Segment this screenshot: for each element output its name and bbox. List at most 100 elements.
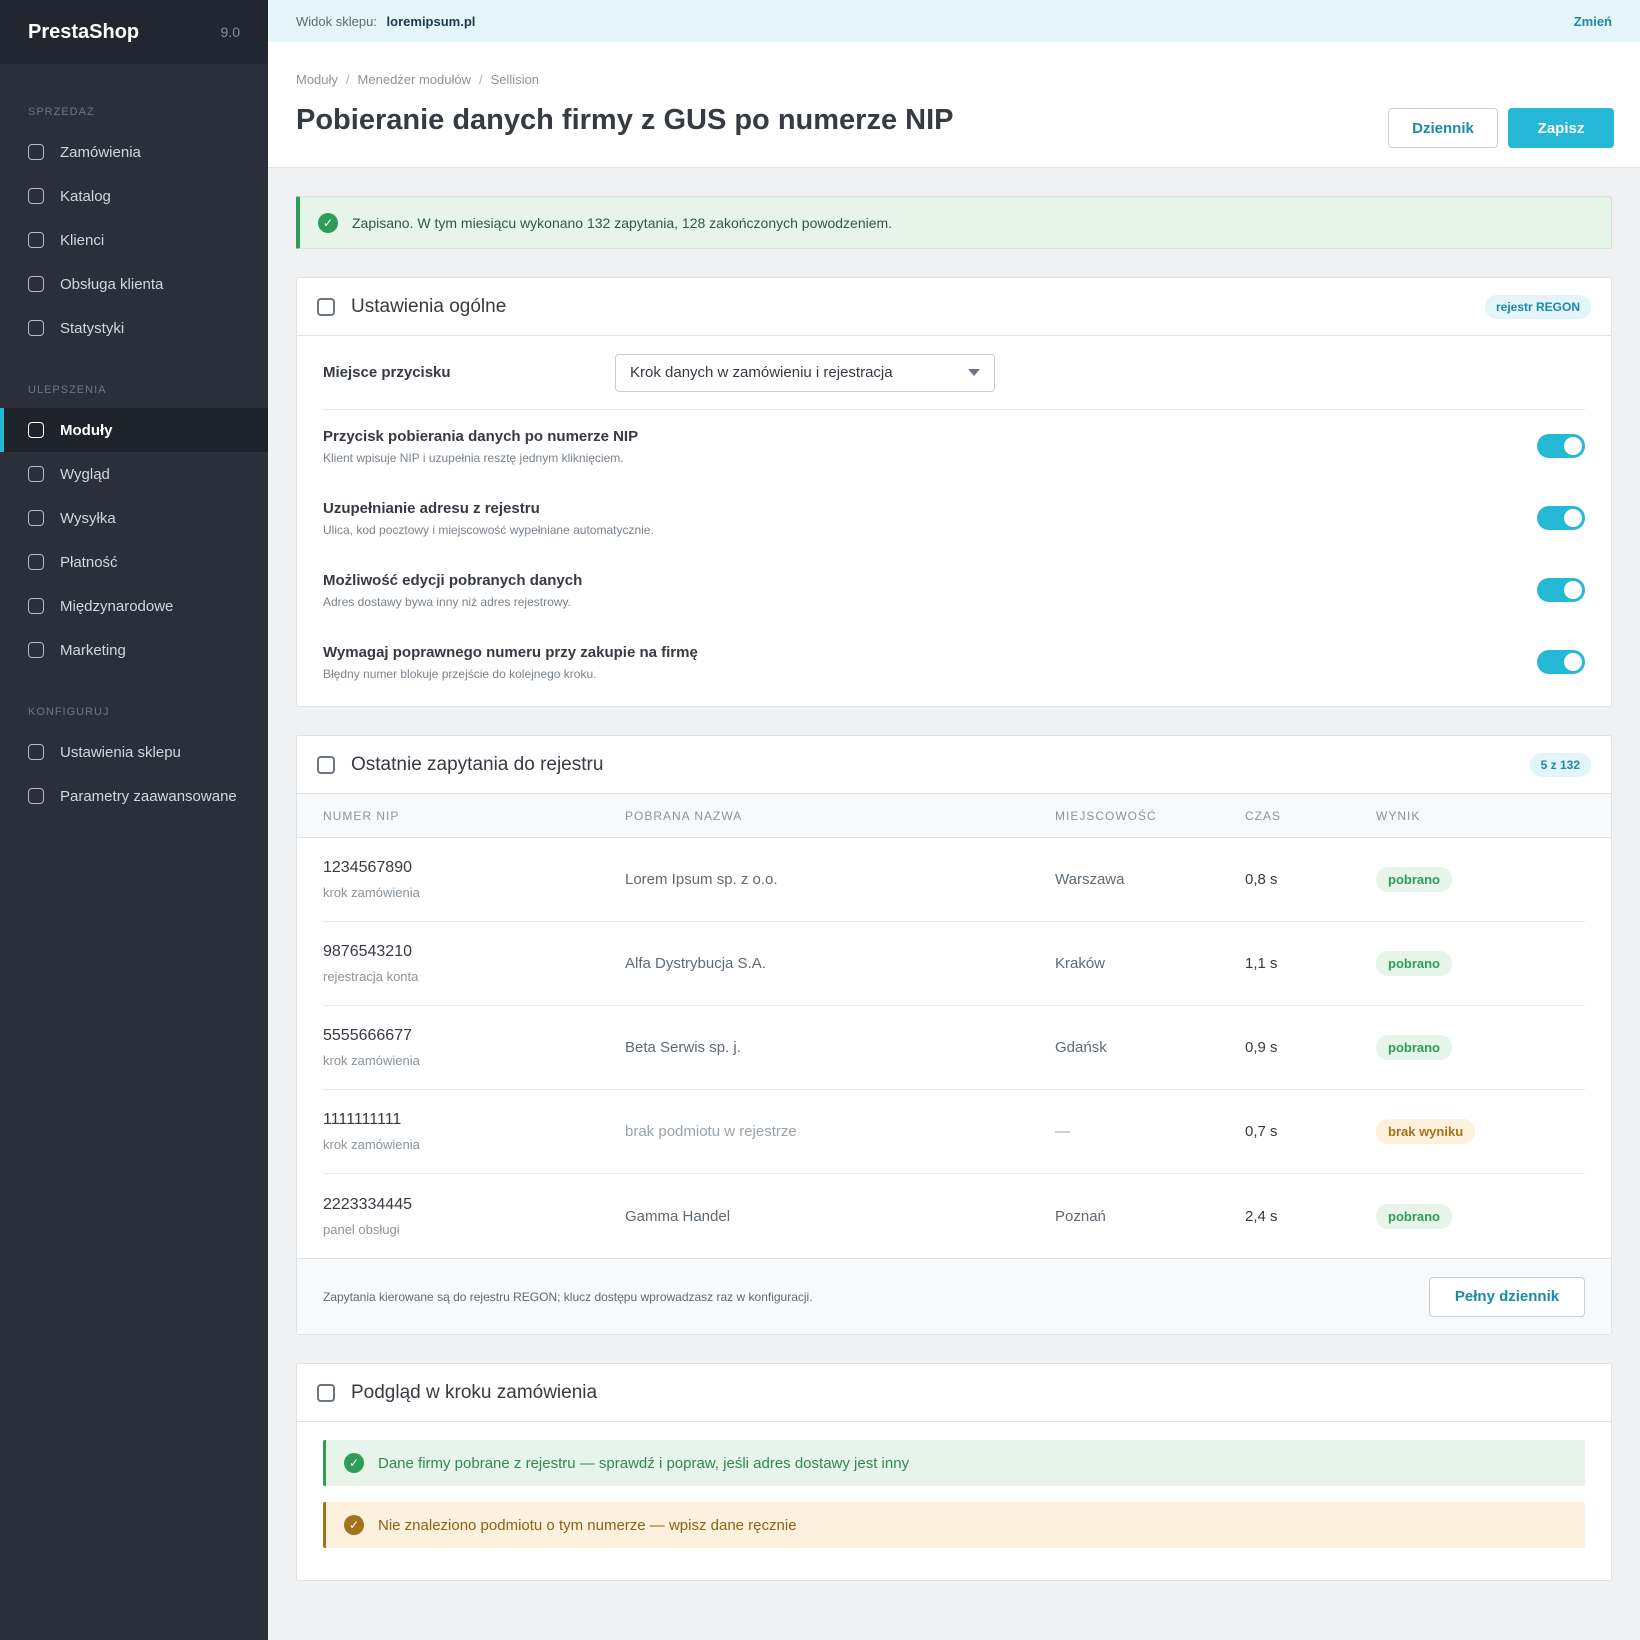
nip-cell: 1111111111 krok zamówienia: [323, 1111, 625, 1152]
footer-note: Zapytania kierowane są do rejestru REGON…: [323, 1289, 813, 1304]
preview-warning-text: Nie znaleziono podmiotu o tym numerze — …: [378, 1516, 797, 1534]
query-source: panel obsługi: [323, 1221, 400, 1237]
sidebar-item[interactable]: Moduły: [0, 408, 268, 452]
table-row[interactable]: 5555666677 krok zamówienia Beta Serwis sp.…: [323, 1006, 1585, 1090]
nav-icon: [28, 744, 44, 760]
version-label: 9.0: [220, 24, 240, 40]
nav-icon: [28, 466, 44, 482]
list-icon: [317, 755, 335, 774]
sidebar-item[interactable]: Statystyki: [0, 306, 268, 350]
nav-icon: [28, 320, 44, 336]
status-badge: pobrano: [1376, 867, 1452, 892]
sidebar-item[interactable]: Międzynarodowe: [0, 584, 268, 628]
nav-heading: SPRZEDAŻ: [28, 106, 95, 118]
nip-number: 5555666677: [323, 1027, 412, 1044]
brand-logo[interactable]: PrestaShop: [28, 21, 139, 44]
nav-group: ULEPSZENIA Moduły Wygląd Wysyłka Płatność Mię…: [0, 384, 268, 672]
preview-warning-message: ✓ Nie znaleziono podmiotu o tym numerze …: [323, 1502, 1585, 1548]
table-row[interactable]: 9876543210 rejestracja konta Alfa Dystrybu…: [323, 922, 1585, 1006]
settings-body: Miejsce przycisku Krok danych w zamówien…: [297, 336, 1611, 706]
nip-cell: 9876543210 rejestracja konta: [323, 943, 625, 984]
nav-icon: [28, 642, 44, 658]
check-circle-icon: ✓: [344, 1453, 364, 1473]
toggle-description: Klient wpisuje NIP i uzupełnia resztę je…: [323, 450, 624, 465]
button-place-label: Miejsce przycisku: [323, 364, 451, 381]
sidebar-nav: SPRZEDAŻ Zamówienia Katalog Klienci Obsługa …: [0, 106, 268, 818]
column-header[interactable]: WYNIK: [1376, 809, 1576, 823]
toggle-switch[interactable]: [1537, 506, 1585, 530]
log-button[interactable]: Dziennik: [1388, 108, 1498, 148]
nav-icon: [28, 232, 44, 248]
registry-pill: rejestr REGON: [1484, 294, 1591, 319]
city-cell: Poznań: [1055, 1207, 1106, 1225]
sidebar-item[interactable]: Klienci: [0, 218, 268, 262]
card-title-text: Ostatnie zapytania do rejestru: [351, 753, 604, 775]
check-circle-icon: ✓: [318, 212, 338, 233]
toggle-switch[interactable]: [1537, 650, 1585, 674]
breadcrumb-modules[interactable]: Moduły: [296, 72, 338, 87]
nav-icon: [28, 276, 44, 292]
status-badge: pobrano: [1376, 951, 1452, 976]
sidebar-item-label: Statystyki: [60, 319, 125, 337]
time-cell: 1,1 s: [1245, 955, 1278, 972]
button-place-row: Miejsce przycisku Krok danych w zamówien…: [323, 336, 1585, 410]
sidebar-item[interactable]: Zamówienia: [0, 130, 268, 174]
nav-icon: [28, 188, 44, 204]
toggle-switch[interactable]: [1537, 578, 1585, 602]
column-header[interactable]: MIEJSCOWOŚĆ: [1055, 809, 1245, 823]
button-place-select[interactable]: Krok danych w zamówieniu i rejestracja: [615, 353, 995, 392]
company-name-cell: Alfa Dystrybucja S.A.: [625, 955, 766, 972]
sidebar-item[interactable]: Wygląd: [0, 452, 268, 496]
toggle-row: Uzupełnianie adresu z rejestru Ulica, kod…: [323, 482, 1585, 554]
breadcrumb-module-manager[interactable]: Menedżer modułów: [358, 72, 471, 87]
full-log-button[interactable]: Pełny dziennik: [1429, 1276, 1585, 1317]
store-url[interactable]: loremipsum.pl: [387, 14, 476, 29]
nav-icon: [28, 554, 44, 570]
column-header[interactable]: CZAS: [1245, 809, 1376, 823]
preview-body: ✓ Dane firmy pobrane z rejestru — sprawd…: [297, 1422, 1611, 1580]
card-header: Podgląd w kroku zamówienia: [297, 1364, 1611, 1422]
column-header[interactable]: POBRANA NAZWA: [625, 809, 1055, 823]
card-header: Ustawienia ogólne rejestr REGON: [297, 278, 1611, 336]
company-name-cell: Lorem Ipsum sp. z o.o.: [625, 871, 778, 888]
toggle-title: Możliwość edycji pobranych danych: [323, 571, 583, 589]
table-row[interactable]: 1234567890 krok zamówienia Lorem Ipsum sp.…: [323, 838, 1585, 922]
toggle-switch[interactable]: [1537, 434, 1585, 458]
breadcrumb: Moduły / Menedżer modułów / Sellision: [296, 72, 539, 87]
preview-icon: [317, 1383, 335, 1402]
nav-icon: [28, 598, 44, 614]
save-button[interactable]: Zapisz: [1508, 108, 1614, 148]
column-header[interactable]: NUMER NIP: [323, 809, 625, 823]
sidebar-item[interactable]: Parametry zaawansowane: [0, 774, 268, 818]
toggle-text: Możliwość edycji pobranych danych Adres d…: [323, 572, 582, 609]
change-store-link[interactable]: Zmień: [1574, 14, 1612, 29]
time-cell: 0,9 s: [1245, 1039, 1278, 1056]
nip-cell: 5555666677 krok zamówienia: [323, 1027, 625, 1068]
sidebar-item[interactable]: Płatność: [0, 540, 268, 584]
table-row[interactable]: 1111111111 krok zamówienia brak podmiotu w…: [323, 1090, 1585, 1174]
breadcrumb-current: Sellision: [490, 72, 540, 87]
sidebar-item[interactable]: Obsługa klienta: [0, 262, 268, 306]
city-cell: —: [1055, 1123, 1070, 1140]
toggle-row: Możliwość edycji pobranych danych Adres d…: [323, 554, 1585, 626]
toggle-title: Przycisk pobierania danych po numerze NI…: [323, 427, 639, 445]
sidebar-item[interactable]: Ustawienia sklepu: [0, 730, 268, 774]
company-name-cell: brak podmiotu w rejestrze: [625, 1123, 797, 1140]
toggle-title: Uzupełnianie adresu z rejestru: [323, 499, 540, 517]
table-row[interactable]: 2223334445 panel obsługi Gamma Handel Pozna…: [323, 1174, 1585, 1258]
nip-number: 1234567890: [323, 859, 412, 876]
sidebar-item-label: Wysyłka: [60, 509, 116, 527]
page-title: Pobieranie danych firmy z GUS po numerze…: [296, 104, 954, 136]
city-cell: Kraków: [1055, 955, 1106, 972]
company-name-cell: Beta Serwis sp. j.: [625, 1039, 741, 1056]
sidebar-item-label: Obsługa klienta: [60, 275, 164, 293]
sidebar-item[interactable]: Marketing: [0, 628, 268, 672]
sidebar-item-label: Międzynarodowe: [60, 597, 174, 615]
toggle-text: Uzupełnianie adresu z rejestru Ulica, kod…: [323, 500, 654, 537]
sidebar-item[interactable]: Wysyłka: [0, 496, 268, 540]
toggle-description: Adres dostawy bywa inny niż adres rejest…: [323, 594, 571, 609]
sidebar-item[interactable]: Katalog: [0, 174, 268, 218]
preview-success-text: Dane firmy pobrane z rejestru — sprawdź …: [378, 1454, 910, 1472]
success-alert-text: Zapisano. W tym miesiącu wykonano 132 za…: [352, 214, 893, 231]
query-source: rejestracja konta: [323, 969, 419, 984]
